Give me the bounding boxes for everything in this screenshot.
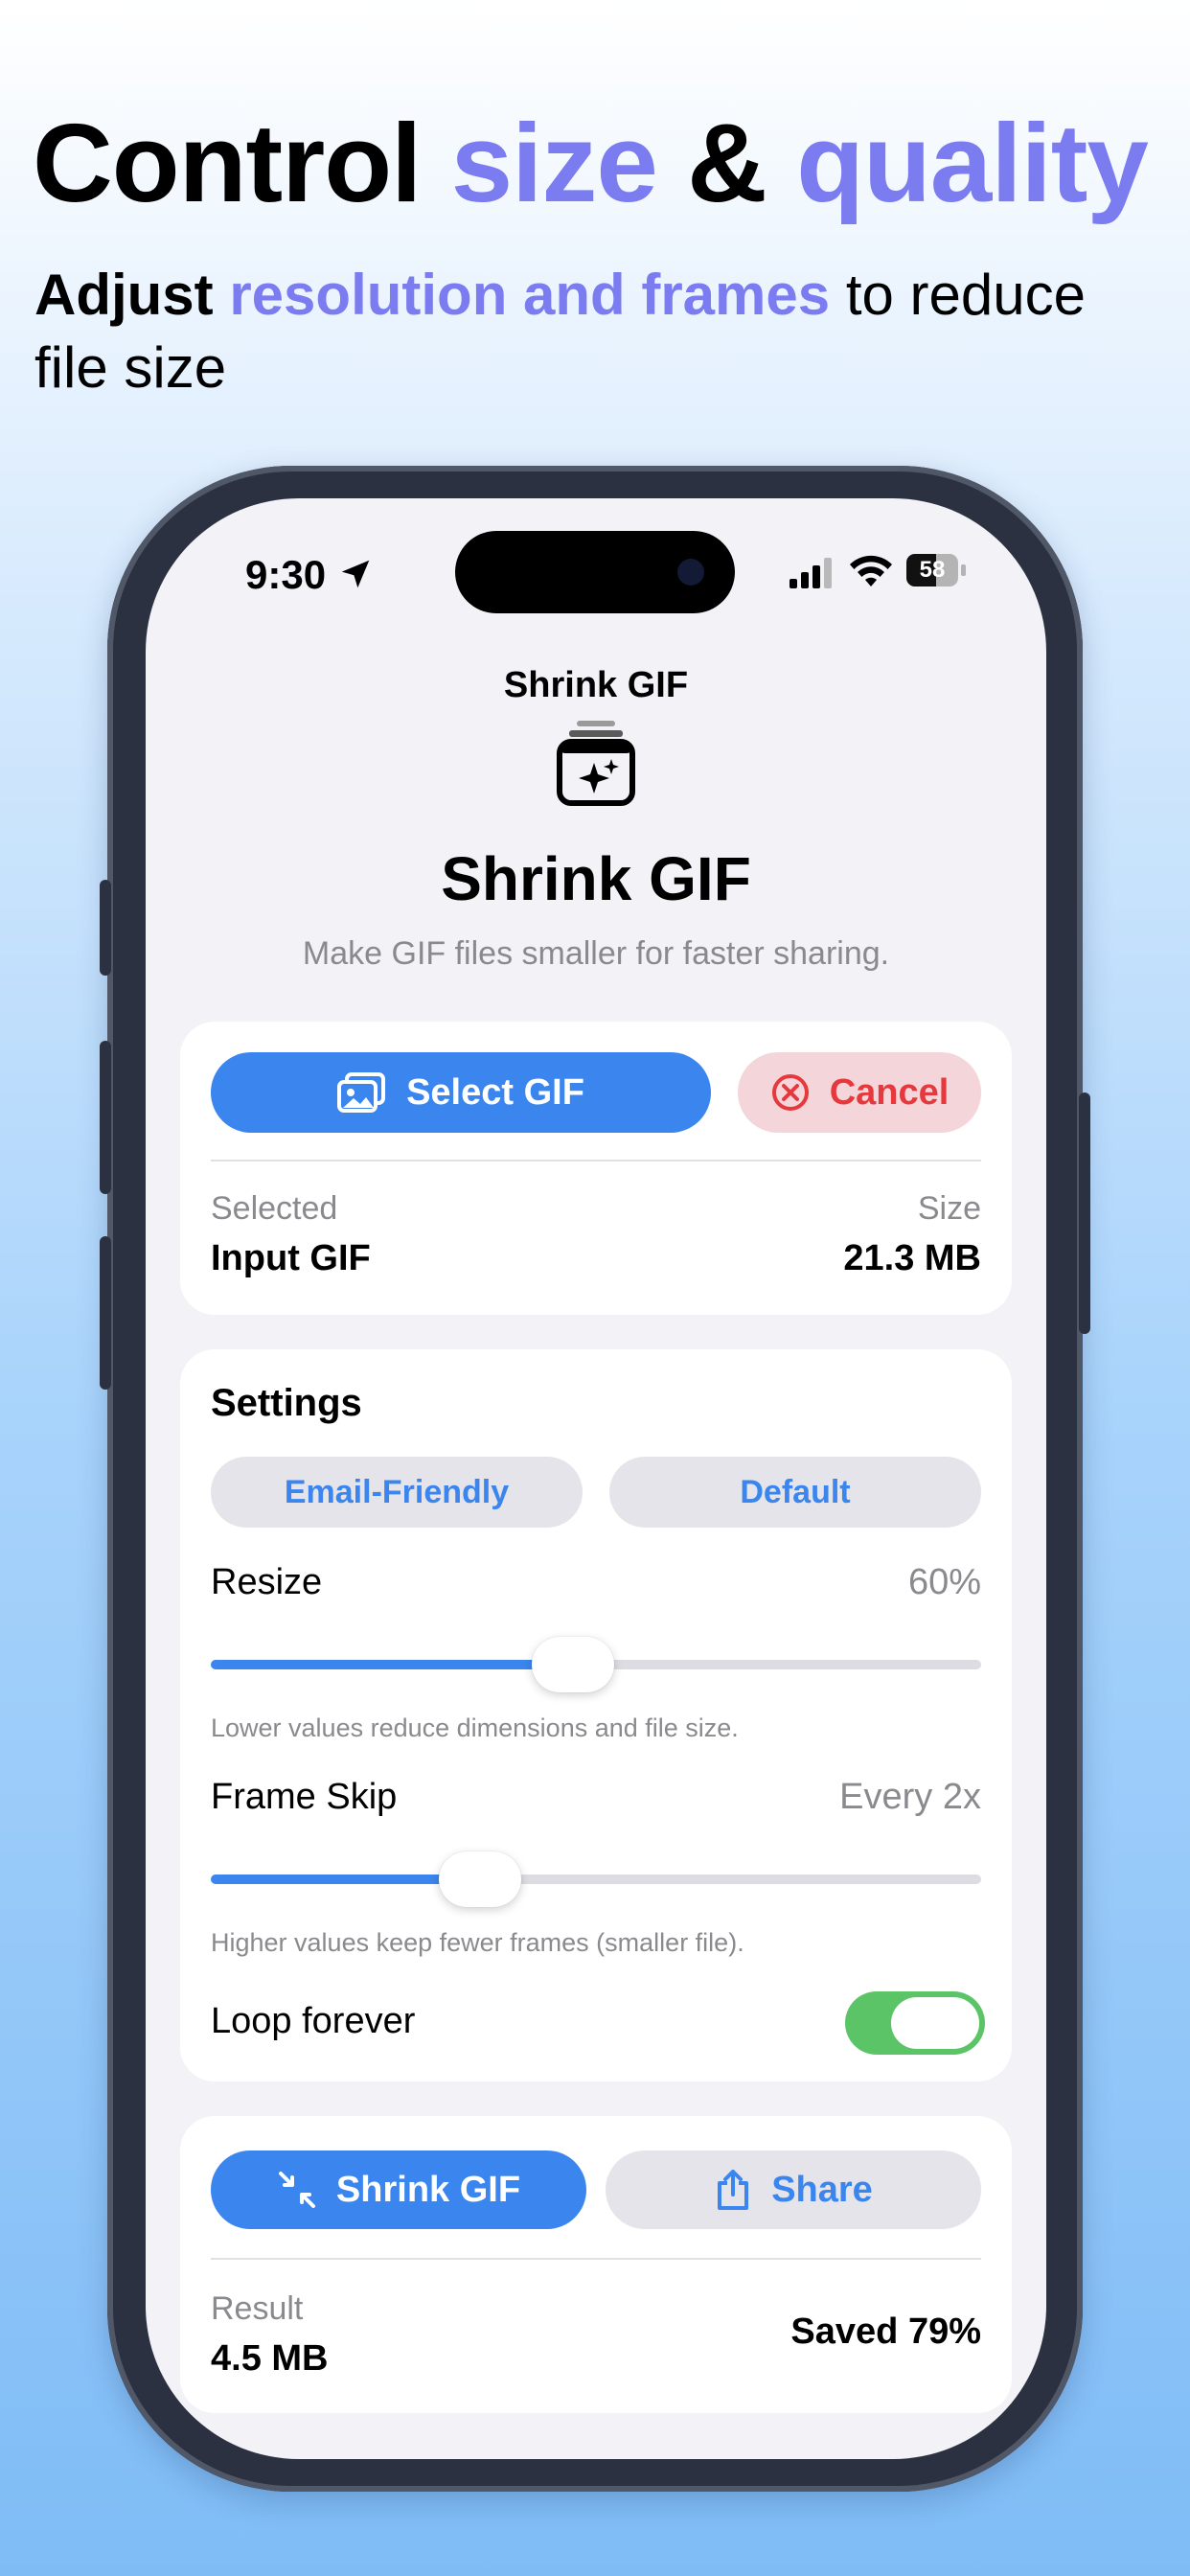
frame-skip-hint: Higher values keep fewer frames (smaller… [211,1928,744,1957]
subline-accent: resolution and frames [229,263,831,327]
action-card-divider [211,2258,981,2260]
camera-lens [677,559,704,586]
battery-tip [961,564,966,576]
size-label: Size [917,1190,981,1227]
battery-percentage: 58 [919,557,946,583]
battery-icon: 58 [906,554,966,586]
cancel-circle-x-icon [771,1074,809,1111]
action-card: Shrink GIF Share Result 4.5 MB Saved 79% [180,2116,1012,2413]
promo-headline: Control size & quality [33,107,1149,218]
phone-action-button [100,880,111,976]
frame-skip-slider-track [211,1874,981,1884]
selected-label: Selected [211,1190,338,1227]
preset-default-button[interactable]: Default [609,1457,981,1528]
wifi-icon [850,555,892,586]
frame-skip-label: Frame Skip [211,1777,398,1817]
loop-forever-toggle[interactable] [845,1991,985,2055]
app-title: Shrink GIF [441,844,751,913]
dynamic-island [455,531,735,613]
resize-hint: Lower values reduce dimensions and file … [211,1714,739,1742]
shrink-arrows-icon [278,2172,315,2208]
headline-ampersand: & [687,101,767,225]
shrink-gif-label: Shrink GIF [335,2169,521,2210]
cancel-button[interactable]: Cancel [738,1052,981,1133]
resize-slider-thumb[interactable] [531,1637,614,1692]
shrink-gif-button[interactable]: Shrink GIF [211,2150,586,2229]
share-button[interactable]: Share [606,2150,981,2229]
phone-power-button [1079,1092,1090,1334]
frame-skip-slider[interactable] [211,1850,981,1907]
result-value: 4.5 MB [211,2338,329,2379]
headline-word-quality: quality [796,101,1149,225]
photos-icon [337,1072,386,1113]
loop-forever-label: Loop forever [211,2001,416,2041]
select-card: Select GIF Cancel Selected Input GIF Siz… [180,1022,1012,1315]
select-card-divider [211,1160,981,1162]
loop-forever-toggle-knob [891,1997,979,2049]
cellular-signal-icon [790,558,832,588]
resize-value: 60% [907,1562,981,1602]
saved-percentage: Saved 79% [790,2312,981,2352]
phone-volume-down-button [100,1236,111,1390]
result-label: Result [211,2290,304,2327]
promo-subline: Adjust resolution and frames to reduce f… [34,259,1165,404]
phone-volume-up-button [100,1041,111,1194]
location-arrow-icon [341,560,370,588]
headline-word-control: Control [33,101,422,225]
phone-screen: 9:30 58 Shrink GIF Shrink GIF Make GIF f… [146,498,1046,2459]
cancel-label: Cancel [829,1071,950,1113]
resize-slider-fill [211,1660,573,1669]
settings-card: Settings Email-Friendly Default Resize 6… [180,1349,1012,2082]
battery-body: 58 [906,554,958,586]
settings-title: Settings [211,1382,362,1424]
select-gif-label: Select GIF [406,1071,584,1113]
selected-value: Input GIF [211,1238,371,1278]
status-bar: 9:30 58 [146,498,1046,652]
nav-title: Shrink GIF [503,665,689,705]
app-subtitle: Make GIF files smaller for faster sharin… [302,935,890,972]
resize-label: Resize [211,1562,323,1602]
resize-slider[interactable] [211,1635,981,1692]
gif-stack-sparkle-icon [557,721,635,806]
headline-word-size: size [450,101,658,225]
frame-skip-slider-thumb[interactable] [439,1852,522,1907]
subline-adjust: Adjust [34,263,214,327]
frame-skip-value: Every 2x [839,1777,981,1817]
size-value: 21.3 MB [843,1238,981,1278]
share-label: Share [771,2169,873,2210]
preset-email-friendly-button[interactable]: Email-Friendly [211,1457,583,1528]
status-time: 9:30 [245,552,327,597]
select-gif-button[interactable]: Select GIF [211,1052,711,1133]
share-icon [718,2170,749,2210]
